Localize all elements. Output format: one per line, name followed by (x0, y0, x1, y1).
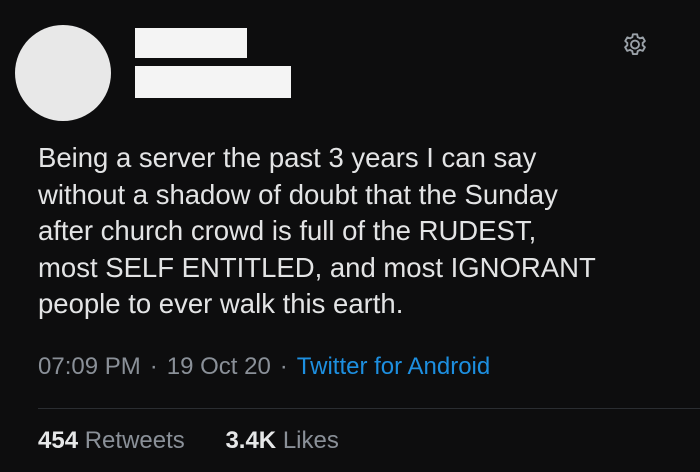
tweet-stats: 454 Retweets 3.4K Likes (38, 426, 339, 456)
tweet-text: Being a server the past 3 years I can sa… (38, 140, 678, 323)
likes-label: Likes (282, 427, 339, 454)
retweets-stat[interactable]: 454 Retweets (38, 426, 185, 456)
redacted-display-name (135, 28, 247, 58)
likes-count: 3.4K (225, 427, 277, 454)
redacted-username (135, 66, 291, 98)
meta-separator: · (279, 353, 288, 380)
tweet-time[interactable]: 07:09 PM (38, 353, 141, 380)
gear-icon[interactable] (620, 29, 650, 59)
tweet-text-line: after church crowd is full of the RUDEST… (38, 215, 537, 246)
tweet-text-line: most SELF ENTITLED, and most IGNORANT (38, 251, 596, 283)
retweets-count: 454 (38, 427, 79, 454)
tweet-metadata: 07:09 PM · 19 Oct 20 · Twitter for Android (38, 352, 490, 382)
tweet-text-line: people to ever walk this earth. (38, 288, 404, 319)
tweet-text-line: Being a server the past 3 years I can sa… (38, 142, 537, 173)
tweet-text-line: without a shadow of doubt that the Sunda… (38, 178, 558, 210)
meta-separator: · (149, 353, 158, 380)
tweet-source-link[interactable]: Twitter for Android (297, 353, 490, 380)
tweet-date[interactable]: 19 Oct 20 (167, 353, 271, 380)
avatar[interactable] (15, 25, 111, 121)
divider (38, 408, 700, 409)
retweets-label: Retweets (84, 427, 185, 454)
likes-stat[interactable]: 3.4K Likes (225, 426, 338, 456)
